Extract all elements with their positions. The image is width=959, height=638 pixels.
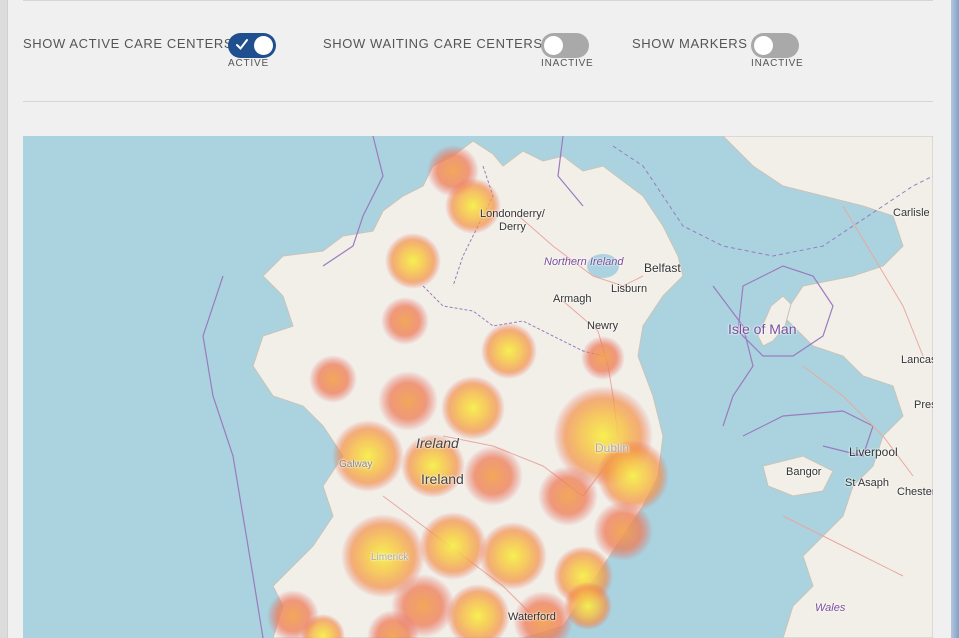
label-waterford: Waterford (508, 611, 556, 623)
heat-blob (481, 323, 537, 379)
label-st-asaph: St Asaph (845, 477, 890, 489)
divider-top (23, 0, 933, 1)
page-left-edge (0, 0, 8, 638)
label-dublin: Dublin (595, 441, 630, 455)
heat-blob (378, 371, 438, 431)
heat-blob (441, 376, 505, 440)
markers-switch[interactable] (751, 33, 799, 58)
label-liverpool: Liverpool (849, 445, 898, 459)
toggle-waiting-label: SHOW WAITING CARE CENTERS (323, 36, 543, 51)
heat-blob (381, 297, 429, 345)
active-care-centers-switch[interactable] (228, 33, 276, 58)
divider-middle (23, 101, 933, 102)
heat-blob (446, 584, 510, 638)
label-isle-of-man: Isle of Man (728, 321, 797, 337)
label-lancaster: Lancas (901, 354, 933, 366)
label-bangor: Bangor (786, 466, 822, 478)
heat-blob (385, 233, 441, 289)
page-right-edge (951, 0, 959, 638)
label-armagh: Armagh (553, 293, 592, 305)
heat-blob (581, 336, 625, 380)
label-londonderry-2: Derry (499, 221, 526, 233)
heatmap-map[interactable]: Londonderry/ Derry Northern Ireland Belf… (23, 136, 933, 638)
heat-blob (445, 178, 501, 234)
heat-blob (332, 420, 404, 492)
toggle-waiting-care-centers: SHOW WAITING CARE CENTERS INACTIVE (323, 33, 603, 73)
label-preston: Pres (914, 399, 933, 411)
switch-knob (254, 36, 273, 55)
label-chester: Chester (897, 486, 933, 498)
active-state-text: ACTIVE (228, 58, 269, 69)
label-newry: Newry (587, 320, 619, 332)
label-ireland-italic: Ireland (416, 435, 459, 451)
heat-layer (267, 145, 669, 638)
waiting-state-text: INACTIVE (541, 58, 594, 69)
heat-blob (419, 512, 487, 580)
heat-blob (593, 501, 653, 561)
label-londonderry-1: Londonderry/ (480, 208, 545, 220)
label-wales: Wales (815, 602, 846, 614)
checkmark-icon (236, 39, 248, 51)
toggle-active-label: SHOW ACTIVE CARE CENTERS (23, 36, 234, 51)
heat-blob (309, 355, 357, 403)
label-belfast: Belfast (644, 261, 681, 275)
label-galway: Galway (339, 459, 373, 470)
markers-state-text: INACTIVE (751, 58, 804, 69)
switch-knob (544, 36, 563, 55)
heat-blob (564, 582, 612, 630)
heat-blob (538, 466, 598, 526)
toggle-markers: SHOW MARKERS INACTIVE (632, 33, 812, 73)
waiting-care-centers-switch[interactable] (541, 33, 589, 58)
toggle-markers-label: SHOW MARKERS (632, 36, 748, 51)
label-carlisle: Carlisle (893, 207, 930, 219)
label-lisburn: Lisburn (611, 283, 648, 295)
label-limerick: Limerick (371, 552, 409, 563)
toggle-active-care-centers: SHOW ACTIVE CARE CENTERS ACTIVE (23, 33, 283, 73)
label-northern-ireland: Northern Ireland (544, 256, 624, 268)
heat-blob (463, 446, 523, 506)
label-ireland: Ireland (421, 471, 464, 487)
switch-knob (754, 36, 773, 55)
heat-blob (479, 522, 547, 590)
